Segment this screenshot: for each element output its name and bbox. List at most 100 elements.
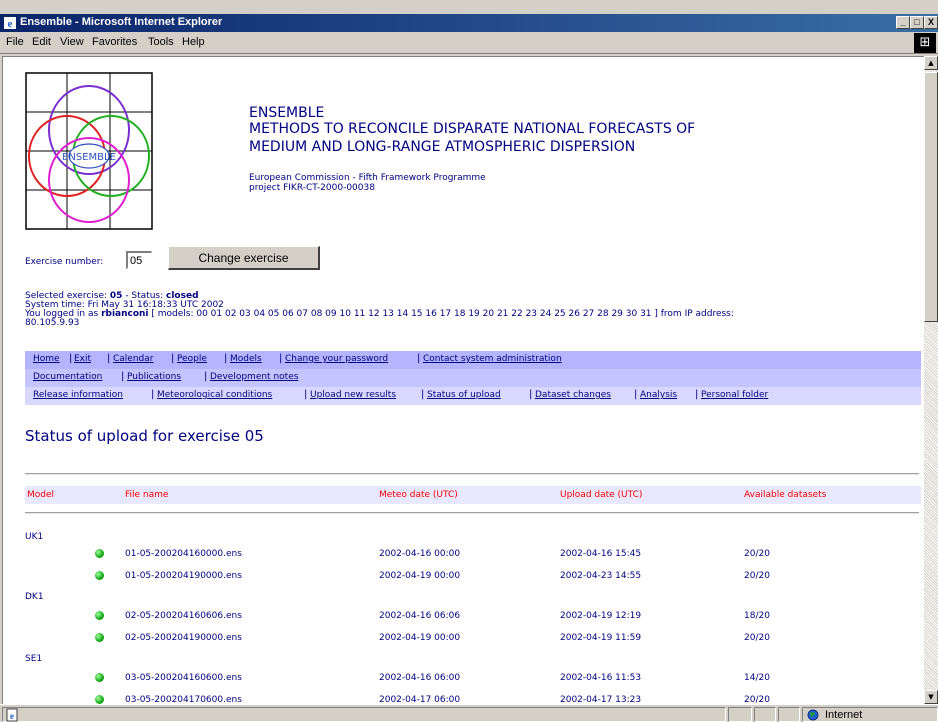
nav-separator: | [171,353,175,364]
nav-separator: | [417,353,421,364]
meteo-date: 2002-04-16 00:00 [379,549,461,559]
upload-date: 2002-04-16 15:45 [560,549,642,559]
table-header: Model File name Meteo date (UTC) Upload … [25,486,921,504]
meteo-date: 2002-04-19 00:00 [379,571,461,581]
header-file-name: File name [125,490,169,500]
nav-home[interactable]: Home [33,354,60,364]
menu-help[interactable]: Help [182,36,205,48]
menu-edit[interactable]: Edit [32,36,51,48]
status-ok-icon [95,695,104,704]
status-ok-icon [95,611,104,620]
close-button[interactable]: X [924,16,938,29]
scroll-down-icon[interactable]: ▼ [924,690,938,704]
ie-icon: e [4,17,16,30]
nav-personal-folder[interactable]: Personal folder [701,390,768,400]
header-model: Model [27,490,55,500]
status-text-area: e [2,707,726,722]
nav-separator: | [279,353,283,364]
menu-tools[interactable]: Tools [148,36,174,48]
project-code: project FIKR-CT-2000-00038 [249,183,375,193]
file-name: 01-05-200204160000.ens [125,549,242,559]
nav-status-of-upload[interactable]: Status of upload [427,390,501,400]
nav-separator: | [695,389,699,400]
file-name: 03-05-200204170600.ens [125,695,242,704]
nav-contact-admin[interactable]: Contact system administration [423,354,562,364]
file-name: 02-05-200204190000.ens [125,633,242,643]
status-ok-icon [95,571,104,580]
zone-label: Internet [825,709,863,721]
header-upload-date: Upload date (UTC) [560,490,643,500]
meteo-date: 2002-04-16 06:00 [379,673,461,683]
nav-upload-new-results[interactable]: Upload new results [310,390,396,400]
page-title: Status of upload for exercise 05 [25,427,264,445]
menu-favorites[interactable]: Favorites [92,36,137,48]
status-bar: e Internet [0,704,938,722]
file-name: 03-05-200204160600.ens [125,673,242,683]
scroll-thumb[interactable] [924,72,938,322]
header-meteo-date: Meteo date (UTC) [379,490,458,500]
status-cell [728,707,752,722]
available-datasets: 20/20 [744,571,770,581]
nav-models[interactable]: Models [230,354,262,364]
nav-separator: | [107,353,111,364]
change-exercise-button[interactable]: Change exercise [168,246,320,270]
username: rbianconi [101,309,149,319]
status-ok-icon [95,633,104,642]
nav-publications[interactable]: Publications [127,372,181,382]
file-name: 02-05-200204160606.ens [125,611,242,621]
window-title: Ensemble - Microsoft Internet Explorer [20,16,223,28]
nav-calendar[interactable]: Calendar [113,354,153,364]
nav-dataset-changes[interactable]: Dataset changes [535,390,611,400]
exercise-number-label: Exercise number: [25,257,104,267]
upload-date: 2002-04-17 13:23 [560,695,642,704]
meteo-date: 2002-04-17 06:00 [379,695,461,704]
available-datasets: 20/20 [744,695,770,704]
model-name: DK1 [25,592,44,602]
nav-documentation[interactable]: Documentation [33,372,102,382]
nav-change-password[interactable]: Change your password [285,354,388,364]
nav-separator: | [529,389,533,400]
windows-logo-icon: ⊞ [914,33,936,53]
nav-development-notes[interactable]: Development notes [210,372,298,382]
file-name: 01-05-200204190000.ens [125,571,242,581]
menu-view[interactable]: View [60,36,84,48]
available-datasets: 14/20 [744,673,770,683]
nav-analysis[interactable]: Analysis [640,390,677,400]
nav-separator: | [304,389,308,400]
ip-address: 80.105.9.93 [25,318,80,328]
nav-separator: | [421,389,425,400]
project-subtitle-line2: MEDIUM AND LONG-RANGE ATMOSPHERIC DISPER… [249,139,636,155]
menu-file[interactable]: File [6,36,24,48]
minimize-button[interactable]: _ [896,16,910,29]
nav-separator: | [69,353,73,364]
divider [25,473,919,475]
ensemble-logo: ENSEMBLE [25,72,153,230]
models-list: [ models: 00 01 02 03 04 05 06 07 08 09 … [148,309,734,319]
meteo-date: 2002-04-19 00:00 [379,633,461,643]
upload-date: 2002-04-19 11:59 [560,633,642,643]
scroll-up-icon[interactable]: ▲ [924,56,938,70]
restore-button[interactable]: □ [910,16,924,29]
vertical-scrollbar[interactable]: ▲ ▼ [924,56,938,704]
nav-release-information[interactable]: Release information [33,390,123,400]
meteo-date: 2002-04-16 06:06 [379,611,461,621]
status-ok-icon [95,673,104,682]
menu-bar: File Edit View Favorites Tools Help ⊞ [0,32,938,54]
upload-date: 2002-04-19 12:19 [560,611,642,621]
available-datasets: 18/20 [744,611,770,621]
upload-date: 2002-04-16 11:53 [560,673,642,683]
nav-meteorological-conditions[interactable]: Meteorological conditions [157,390,272,400]
page-icon: e [6,708,18,722]
nav-row-1: Home | Exit | Calendar | People | Models… [25,351,921,369]
exercise-number-input[interactable] [126,251,152,269]
header-available-datasets: Available datasets [744,490,827,500]
nav-separator: | [204,371,208,382]
nav-separator: | [634,389,638,400]
logo-text: ENSEMBLE [62,152,116,163]
nav-exit[interactable]: Exit [74,354,91,364]
nav-separator: | [224,353,228,364]
status-ok-icon [95,549,104,558]
available-datasets: 20/20 [744,633,770,643]
nav-people[interactable]: People [177,354,207,364]
nav-row-2: Documentation | Publications | Developme… [25,369,921,387]
